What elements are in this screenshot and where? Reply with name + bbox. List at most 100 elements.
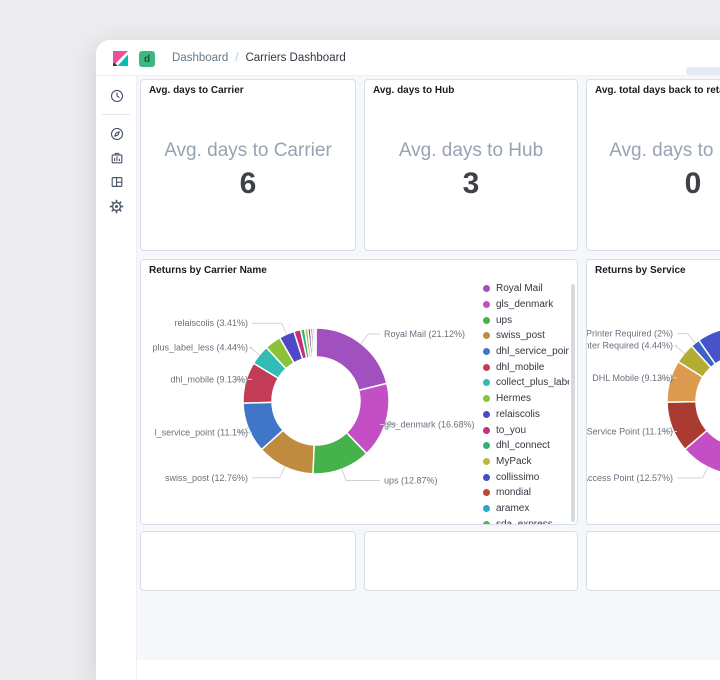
legend-item-collissimo[interactable]: collissimo [483, 469, 569, 485]
panel-partial-2 [364, 531, 578, 591]
legend-label: collissimo [496, 471, 540, 483]
legend-color-dot [483, 520, 490, 524]
space-avatar-badge[interactable]: d [139, 51, 155, 67]
legend-label: relaiscolis [496, 408, 540, 420]
legend-color-dot [483, 363, 490, 371]
sidebar-nav [96, 76, 137, 680]
query-bar-fragment[interactable] [686, 67, 720, 75]
legend-item-dhl-mobile[interactable]: dhl_mobile [483, 359, 569, 375]
panel-title[interactable]: Avg. days to Hub [373, 85, 454, 96]
donut-chart-service: Access Point (12.57%) L Service Point (11… [587, 329, 720, 483]
pie-slice-sda-express[interactable] [314, 327, 317, 358]
slice-label-ups: ups (12.87%) [384, 475, 438, 485]
legend-item-aramex[interactable]: aramex [483, 501, 569, 517]
legend-color-dot [483, 348, 490, 356]
legend-color-dot [483, 504, 490, 512]
legend-item-ups[interactable]: ups [483, 312, 569, 328]
slice-label-dhl-service-point: L Service Point (11.1%) [587, 427, 673, 437]
legend-color-dot [483, 442, 490, 450]
breadcrumb-separator: / [235, 52, 239, 64]
legend-color-dot [483, 410, 490, 418]
metric-value: 3 [462, 167, 480, 200]
legend-label: dhl_mobile [496, 361, 545, 373]
slice-label-relaiscolis: relaiscolis (3.41%) [174, 318, 248, 328]
dashboard-icon [111, 177, 122, 187]
legend-color-dot [483, 301, 490, 309]
legend-item-collect-plus-labe[interactable]: collect_plus_labe... [483, 375, 569, 391]
legend-item-mypack[interactable]: MyPack [483, 454, 569, 470]
nav-item-dashboard[interactable] [96, 170, 137, 194]
label-leader-line [248, 346, 261, 356]
slice-label-gls-denmark: gls_denmark (16.68%) [384, 420, 475, 430]
panel-avg-days-to-carrier: Avg. days to Carrier Avg. days to Carrie… [140, 79, 356, 251]
legend-item-mondial[interactable]: mondial [483, 485, 569, 501]
legend-item-relaiscolis[interactable]: relaiscolis [483, 407, 569, 423]
panel-partial-1 [140, 531, 356, 591]
metric-value: 6 [239, 167, 257, 200]
pie-slice-royal-mail[interactable] [315, 327, 388, 392]
page-background: { "header": { "space_badge": { "initial"… [0, 0, 720, 680]
chart-legend: Royal Mail gls_denmarkups swiss_post dhl_se… [483, 281, 569, 524]
label-leader-line [252, 322, 288, 336]
panel-avg-days-back-to-retailer: Avg. total days back to retailer Avg. da… [586, 79, 720, 251]
legend-color-dot [483, 332, 490, 340]
kibana-logo[interactable] [112, 50, 129, 67]
breadcrumb-dashboard-link[interactable]: Dashboard [172, 52, 228, 64]
legend-label: collect_plus_labe... [496, 377, 569, 389]
legend-color-dot [483, 426, 490, 434]
breadcrumb-current-page: Carriers Dashboard [245, 52, 346, 64]
slice-label-royal-mail: Royal Mail (21.12%) [384, 329, 465, 339]
legend-item-gls-denmark[interactable]: gls_denmark [483, 297, 569, 313]
metric-label: Avg. days to Hub [398, 140, 544, 161]
legend-label: ups [496, 314, 513, 326]
metric-value: 0 [684, 167, 702, 200]
legend-color-dot [483, 395, 490, 403]
header-bar: d Dashboard / Carriers Dashboard [96, 40, 720, 76]
legend-scrollbar[interactable] [571, 284, 575, 522]
legend-item-sda-express[interactable]: sda_express [483, 516, 569, 524]
nav-item-recent[interactable] [96, 84, 137, 108]
slice-label-dhl-service-point: l_service_point (11.1%) [155, 427, 248, 437]
panel-avg-days-to-hub: Avg. days to Hub Avg. days to Hub 3 [364, 79, 578, 251]
nav-item-visualize[interactable] [96, 146, 137, 170]
gear-icon [109, 199, 124, 213]
legend-item-dhl-connect[interactable]: dhl_connect [483, 438, 569, 454]
label-leader-line [677, 333, 697, 345]
nav-item-management[interactable] [96, 194, 137, 218]
legend-color-dot [483, 489, 490, 497]
metric-label: Avg. days to retailer [609, 140, 720, 161]
legend-item-hermes[interactable]: Hermes [483, 391, 569, 407]
legend-item-royal-mail[interactable]: Royal Mail [483, 281, 569, 297]
nav-divider [102, 114, 130, 115]
legend-color-dot [483, 473, 490, 481]
legend-color-dot [483, 316, 490, 324]
label-leader-line [673, 345, 686, 355]
legend-label: to_you [496, 424, 527, 436]
breadcrumb: Dashboard / Carriers Dashboard [172, 40, 346, 76]
slice-label-access-point: Access Point (12.57%) [587, 473, 673, 483]
metric-label: Avg. days to Carrier [164, 140, 332, 161]
panel-title[interactable]: Avg. total days back to retailer [595, 85, 720, 96]
legend-label: Hermes [496, 393, 532, 405]
label-leader-line [341, 468, 380, 481]
slice-label-printer-required: inter Required (4.44%) [587, 341, 673, 351]
nav-item-discover[interactable] [96, 122, 137, 146]
legend-item-to-you[interactable]: to_you [483, 422, 569, 438]
label-leader-line [252, 465, 286, 479]
label-leader-line [677, 466, 709, 479]
legend-label: dhl_connect [496, 440, 550, 452]
bar-chart-icon [111, 152, 122, 164]
compass-icon [110, 127, 123, 141]
legend-label: gls_denmark [496, 299, 554, 311]
clock-icon [110, 89, 123, 103]
panel-title[interactable]: Avg. days to Carrier [149, 85, 244, 96]
panel-returns-by-carrier-name: Returns by Carrier Name Royal Mail (21.1… [140, 259, 578, 525]
legend-item-swiss-post[interactable]: swiss_post [483, 328, 569, 344]
panel-returns-by-service: Returns by Service Access Point (12.57%)… [586, 259, 720, 525]
slice-label-s-printer-required: s Printer Required (2%) [587, 329, 673, 339]
slice-label-dhl-mobile: dhl_mobile (9.13%) [170, 374, 248, 384]
slice-label-swiss-post: swiss_post (12.76%) [165, 473, 248, 483]
legend-color-dot [483, 457, 490, 465]
legend-item-dhl-service-point[interactable]: dhl_service_point [483, 344, 569, 360]
legend-color-dot [483, 379, 490, 387]
